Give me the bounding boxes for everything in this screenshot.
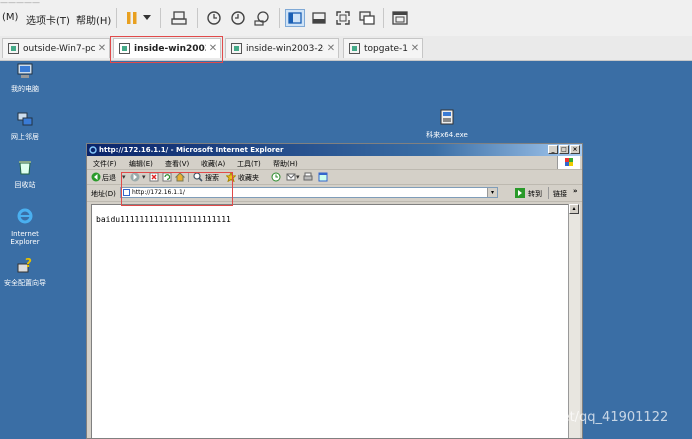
- my-computer-icon: [17, 63, 33, 78]
- ie-menu-bar: 文件(F) 编辑(E) 查看(V) 收藏(A) 工具(T) 帮助(H): [87, 156, 582, 170]
- recycle-bin-icon: [19, 161, 31, 175]
- toolbar-separator: [383, 8, 384, 28]
- snapshot-icon[interactable]: [204, 9, 224, 27]
- minimize-button[interactable]: _: [548, 145, 558, 154]
- tab-outside-win7-pc[interactable]: outside-Win7-pc ✕: [2, 38, 110, 58]
- back-arrow-icon[interactable]: [91, 172, 101, 182]
- vm-icon: [8, 43, 19, 54]
- tab-label: inside-win2003-2-: [246, 43, 324, 54]
- address-dropdown-icon[interactable]: ▾: [487, 188, 497, 197]
- network-icon: [17, 112, 33, 126]
- mail-dropdown-icon[interactable]: ▾: [296, 173, 300, 181]
- desktop-icon-security-wizard[interactable]: ? 安全配置向导: [3, 256, 47, 287]
- revert-snapshot-icon[interactable]: [228, 9, 248, 27]
- desktop-icon-my-computer[interactable]: 我的电脑: [3, 62, 47, 93]
- pause-icon[interactable]: [122, 9, 142, 27]
- desktop-icon-label: 科来x64.exe: [426, 131, 468, 139]
- desktop-icon-exe[interactable]: 科来x64.exe: [424, 108, 470, 139]
- security-wizard-icon: ?: [17, 256, 32, 273]
- thumbnail-icon[interactable]: [309, 9, 329, 27]
- chevron-right-icon[interactable]: »: [573, 187, 578, 195]
- unity-icon[interactable]: [357, 9, 377, 27]
- console-view-icon[interactable]: [390, 9, 410, 27]
- desktop-icon-label: 网上邻居: [11, 133, 39, 141]
- scroll-up-icon[interactable]: ▴: [569, 204, 579, 214]
- toolbar-separator: [548, 187, 549, 199]
- ie-title-bar[interactable]: http://172.16.1.1/ - Microsoft Internet …: [87, 144, 582, 156]
- close-button[interactable]: ×: [570, 145, 580, 154]
- dropdown-icon[interactable]: [140, 9, 154, 27]
- ie-menu-file[interactable]: 文件(F): [93, 159, 117, 169]
- menu-help[interactable]: 帮助(H): [76, 12, 111, 27]
- close-icon[interactable]: ✕: [408, 43, 422, 54]
- ie-content-area[interactable]: baidu11111111111111111111111: [91, 204, 571, 438]
- tab-label: outside-Win7-pc: [23, 43, 95, 54]
- manage-snapshots-icon[interactable]: [252, 9, 272, 27]
- close-icon[interactable]: ✕: [95, 43, 109, 54]
- vertical-scrollbar[interactable]: ▴: [568, 204, 580, 438]
- ie-title-icon: [89, 146, 97, 154]
- vm-icon: [349, 43, 360, 54]
- back-button[interactable]: 后退: [102, 173, 116, 183]
- send-ctrl-alt-del-icon[interactable]: [169, 9, 189, 27]
- menu-tabs[interactable]: 选项卡(T): [26, 12, 70, 27]
- desktop-icon-label: Internet Explorer: [10, 230, 40, 246]
- vm-menubar: ————— (M) 选项卡(T) 帮助(H): [0, 0, 692, 37]
- go-button[interactable]: 转到: [528, 189, 542, 199]
- toolbar-separator: [116, 8, 117, 28]
- windows-logo-icon: [557, 156, 580, 169]
- desktop-icon-network[interactable]: 网上邻居: [3, 110, 47, 141]
- ie-menu-tools[interactable]: 工具(T): [237, 159, 261, 169]
- desktop-icon-recycle-bin[interactable]: 回收站: [3, 158, 47, 189]
- desktop-icon-label: 安全配置向导: [4, 279, 46, 287]
- sidebar-icon[interactable]: [285, 9, 305, 27]
- svg-text:?: ?: [25, 256, 32, 270]
- highlight-box-tab: [110, 36, 223, 63]
- vm-tab-bar: outside-Win7-pc ✕ inside-win2003-1 ✕ ins…: [0, 36, 692, 61]
- desktop-icon-label: 我的电脑: [11, 85, 39, 93]
- toolbar-separator: [279, 8, 280, 28]
- ie-menu-favorites[interactable]: 收藏(A): [201, 159, 225, 169]
- ie-menu-edit[interactable]: 编辑(E): [129, 159, 153, 169]
- ie-menu-view[interactable]: 查看(V): [165, 159, 189, 169]
- favorites-button[interactable]: 收藏夹: [238, 173, 259, 183]
- watermark: https://blog.csdn.net/qq_41901122: [440, 410, 669, 425]
- clipped-title: —————: [0, 0, 40, 5]
- maximize-button[interactable]: □: [559, 145, 569, 154]
- menu-vm[interactable]: (M): [2, 12, 18, 23]
- tab-topgate-1[interactable]: topgate-1 ✕: [343, 38, 423, 58]
- mail-icon[interactable]: [286, 172, 296, 182]
- history-icon[interactable]: [271, 172, 281, 182]
- address-label: 地址(D): [91, 190, 116, 198]
- print-icon[interactable]: [303, 172, 313, 182]
- ie-menu-help[interactable]: 帮助(H): [273, 159, 298, 169]
- vm-icon: [231, 43, 242, 54]
- desktop-icon-internet-explorer[interactable]: Internet Explorer: [3, 207, 47, 246]
- links-button[interactable]: 链接: [553, 189, 567, 199]
- toolbar-separator: [197, 8, 198, 28]
- desktop-icon-label: 回收站: [14, 181, 36, 189]
- edit-page-icon[interactable]: [318, 172, 328, 182]
- ie-title-text: http://172.16.1.1/ - Microsoft Internet …: [99, 146, 284, 154]
- exe-icon: [440, 109, 454, 125]
- fullscreen-icon[interactable]: [333, 9, 353, 27]
- highlight-box-address: [121, 172, 233, 206]
- tab-label: topgate-1: [364, 43, 408, 54]
- internet-explorer-icon: [17, 208, 33, 224]
- page-text: baidu11111111111111111111111: [96, 215, 231, 224]
- tab-inside-win2003-2[interactable]: inside-win2003-2- ✕: [225, 38, 339, 58]
- close-icon[interactable]: ✕: [324, 43, 338, 54]
- toolbar-separator: [160, 8, 161, 28]
- go-arrow-icon[interactable]: [515, 188, 525, 198]
